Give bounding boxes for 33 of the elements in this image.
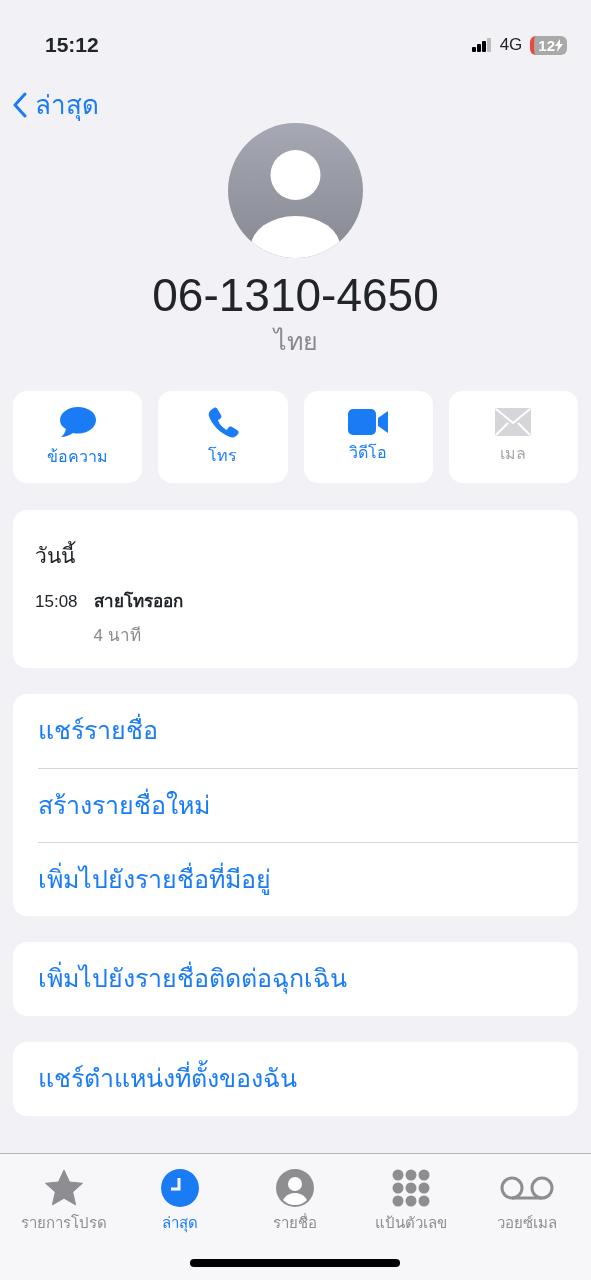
option-link[interactable]: สร้างรายชื่อใหม่ xyxy=(38,768,578,843)
tab-item[interactable]: รายการโปรด xyxy=(6,1168,122,1280)
phone-number: 06-1310-4650 xyxy=(152,268,439,323)
video-button[interactable]: วิดีโอ xyxy=(303,390,433,483)
keypad-icon xyxy=(392,1169,431,1207)
back-link[interactable]: ล่าสุด xyxy=(13,85,99,125)
status-time: 15:12 xyxy=(45,32,99,59)
chevron-left-icon xyxy=(13,92,27,118)
option-link[interactable]: เพิ่มไปยังรายชื่อติดต่อฉุกเฉิน xyxy=(13,942,578,1017)
video-camera-icon xyxy=(348,408,389,435)
clock-icon xyxy=(160,1169,199,1207)
phone-icon xyxy=(206,405,239,438)
call-type: สายโทรออก xyxy=(93,590,183,614)
tab-item[interactable]: วอยซ์เมล xyxy=(469,1168,585,1280)
section-heading: วันนี้ xyxy=(35,540,77,569)
number-label: ไทย xyxy=(273,326,318,358)
option-link[interactable]: แชร์รายชื่อ xyxy=(13,694,578,769)
person-circle-icon xyxy=(276,1169,315,1207)
speech-bubble-icon xyxy=(58,404,97,439)
voicemail-icon xyxy=(500,1175,555,1201)
message-button[interactable]: ข้อความ xyxy=(13,390,143,483)
battery-indicator: 12 xyxy=(530,35,567,55)
option-link[interactable]: แชร์ตำแหน่งที่ตั้งของฉัน xyxy=(13,1042,578,1117)
call-duration: 4 นาที xyxy=(93,624,142,647)
call-time: 15:08 xyxy=(35,591,78,614)
signal-icon xyxy=(471,38,492,52)
envelope-icon xyxy=(495,407,532,436)
star-icon xyxy=(43,1169,84,1207)
tab-item[interactable]: ล่าสุด xyxy=(121,1168,238,1280)
tab-item[interactable]: แป้นตัวเลข xyxy=(353,1168,470,1280)
call-button[interactable]: โทร xyxy=(158,390,288,483)
option-link[interactable]: เพิ่มไปยังรายชื่อที่มีอยู่ xyxy=(38,842,578,917)
network-label: 4G xyxy=(499,34,523,57)
